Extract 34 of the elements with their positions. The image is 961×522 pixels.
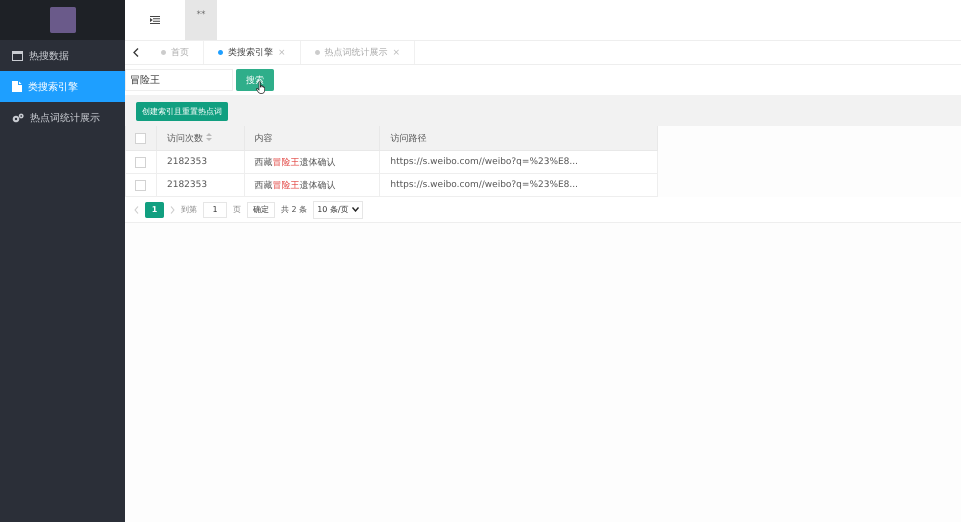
create-index-button[interactable]: 创建索引且重置热点词 bbox=[136, 102, 228, 121]
caret-icon bbox=[352, 207, 359, 212]
menu-icon[interactable] bbox=[150, 16, 160, 24]
page-button[interactable]: 1 bbox=[145, 202, 164, 218]
page-size-select[interactable]: 10 条/页 bbox=[313, 200, 363, 218]
column-header: 内容 bbox=[244, 126, 380, 150]
column-header[interactable]: 访问次数 bbox=[156, 126, 244, 150]
gears-icon bbox=[12, 112, 24, 122]
table-cell: https://s.weibo.com//weibo?q=%23%E8... bbox=[380, 150, 658, 174]
status-dot bbox=[218, 50, 223, 55]
column-header: 访问路径 bbox=[380, 126, 658, 150]
page-label: 页 bbox=[233, 204, 241, 215]
avatar-image bbox=[50, 7, 76, 33]
table-cell: 西藏冒险王遗体确认 bbox=[244, 150, 380, 174]
checkbox[interactable] bbox=[135, 180, 146, 190]
chevron-right-icon[interactable] bbox=[170, 206, 175, 214]
confirm-button[interactable]: 确定 bbox=[247, 202, 275, 218]
page-input[interactable]: 1 bbox=[203, 202, 227, 218]
table-cell: 2182353 bbox=[156, 150, 244, 174]
document-icon bbox=[12, 81, 22, 92]
sort-icon[interactable] bbox=[206, 132, 212, 140]
sidebar-item[interactable]: 热搜数据 bbox=[0, 40, 125, 71]
status-dot bbox=[314, 50, 320, 55]
window-icon bbox=[12, 50, 23, 60]
status-dot bbox=[161, 50, 166, 55]
goto-label: 到第 bbox=[181, 204, 197, 215]
sidebar-item[interactable]: 类搜索引擎 bbox=[0, 71, 125, 102]
tab[interactable]: 热点词统计展示 × bbox=[300, 41, 416, 64]
total-count: 共 2 条 bbox=[281, 204, 308, 215]
search-field[interactable]: 冒险王 bbox=[125, 69, 233, 91]
sidebar-item[interactable]: 热点词统计展示 bbox=[0, 102, 125, 133]
checkbox[interactable] bbox=[135, 156, 146, 168]
chevron-left-icon[interactable] bbox=[133, 48, 139, 57]
checkbox[interactable] bbox=[135, 132, 146, 144]
